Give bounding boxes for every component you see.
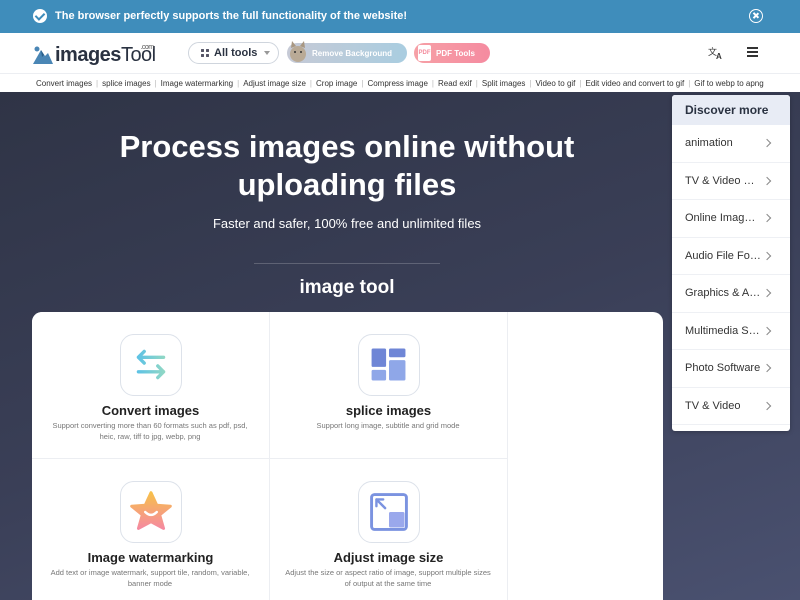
tool-link[interactable]: Adjust image size	[243, 79, 306, 88]
resize-icon	[358, 481, 420, 543]
watermark-star-icon	[120, 481, 182, 543]
logo-text: imagesTool .com	[55, 44, 156, 66]
tool-link[interactable]: Video to gif	[536, 79, 576, 88]
tool-cards: Convert images Support converting more t…	[32, 312, 663, 600]
discover-item-label: Audio File Formats	[685, 249, 761, 262]
link-separator: |	[154, 78, 157, 88]
link-separator: |	[309, 78, 312, 88]
chevron-right-icon	[762, 401, 772, 410]
check-circle-icon	[33, 9, 47, 23]
site-header: imagesTool .com All tools Remove Backgrou…	[0, 33, 800, 73]
remove-background-label: Remove Background	[312, 48, 393, 58]
hamburger-menu-icon[interactable]	[747, 47, 758, 57]
card-description: Adjust the size or aspect ratio of image…	[285, 568, 491, 588]
tool-link[interactable]: Compress image	[367, 79, 427, 88]
tool-link[interactable]: Crop image	[316, 79, 357, 88]
chevron-right-icon	[762, 213, 772, 223]
chevron-right-icon	[762, 326, 772, 335]
divider	[507, 312, 508, 600]
link-separator: |	[475, 78, 478, 88]
card-description: Support converting more than 60 formats …	[52, 421, 248, 441]
pdf-tools-button[interactable]: PDF PDF Tools	[414, 43, 490, 63]
discover-item[interactable]: TV & Video Editing	[672, 163, 790, 200]
tool-link[interactable]: Gif to webp to apng	[694, 79, 763, 88]
discover-item[interactable]: Audio File Formats	[672, 238, 790, 275]
pdf-tools-label: PDF Tools	[436, 48, 475, 58]
card-title: splice images	[345, 403, 432, 418]
link-separator: |	[96, 78, 99, 88]
chevron-right-icon	[762, 251, 772, 260]
chevron-down-icon	[264, 51, 271, 55]
tool-card-adjust-image-size[interactable]: Adjust image size Adjust the size or asp…	[270, 459, 507, 600]
logo-mountain-icon	[33, 46, 53, 64]
hero-subtitle: Faster and safer, 100% free and unlimite…	[212, 216, 482, 231]
card-title: Convert images	[101, 403, 200, 418]
convert-arrows-icon	[120, 334, 182, 396]
discover-item[interactable]: TV & Video	[672, 388, 790, 425]
tool-link[interactable]: Read exif	[438, 79, 472, 88]
chevron-right-icon	[762, 363, 772, 373]
card-title: Image watermarking	[87, 550, 214, 565]
card-description: Add text or image watermark, support til…	[50, 568, 250, 588]
discover-item-label: Multimedia Software	[685, 324, 761, 337]
link-separator: |	[529, 78, 532, 88]
discover-more-panel: Discover more animation TV & Video Editin…	[672, 95, 790, 431]
discover-item-label: Online Image Editors	[685, 212, 761, 225]
divider	[254, 263, 440, 264]
link-separator: |	[361, 78, 364, 88]
tool-link[interactable]: Edit video and convert to gif	[585, 79, 684, 88]
splice-grid-icon	[358, 334, 420, 396]
card-title: Adjust image size	[333, 550, 444, 565]
svg-text:A: A	[716, 52, 722, 60]
grid-icon	[201, 49, 209, 57]
discover-item[interactable]: Multimedia Software	[672, 313, 790, 350]
link-separator: |	[579, 78, 582, 88]
link-separator: |	[431, 78, 434, 88]
tool-link[interactable]: Convert images	[36, 79, 92, 88]
chevron-right-icon	[762, 138, 772, 148]
site-logo[interactable]: imagesTool .com	[32, 41, 156, 65]
discover-item-label: TV & Video Editing	[685, 174, 761, 187]
link-separator: |	[237, 78, 240, 88]
cat-thumbnail-icon	[290, 41, 306, 62]
discover-item-label: Graphics & Animation	[685, 287, 761, 300]
discover-item[interactable]: animation	[672, 125, 790, 163]
tool-link[interactable]: Split images	[482, 79, 526, 88]
translate-icon[interactable]: 文 A	[708, 46, 724, 60]
tool-link[interactable]: splice images	[102, 79, 150, 88]
discover-item[interactable]: Online Image Editors	[672, 200, 790, 238]
tool-card-convert-images[interactable]: Convert images Support converting more t…	[32, 312, 269, 458]
all-tools-label: All tools	[214, 47, 258, 59]
tool-card-image-watermarking[interactable]: Image watermarking Add text or image wat…	[32, 459, 269, 600]
section-title: image tool	[299, 277, 395, 298]
discover-item-label: Photo Software	[685, 362, 761, 375]
all-tools-dropdown[interactable]: All tools	[188, 42, 279, 64]
remove-background-button[interactable]: Remove Background	[287, 41, 407, 63]
tool-link[interactable]: Image watermarking	[161, 79, 233, 88]
hero-title: Process images online without uploading …	[119, 129, 575, 202]
tool-links-bar: Convert images | splice images | Image water…	[0, 73, 800, 92]
notice-bar: The browser perfectly supports the full …	[0, 0, 800, 33]
card-description: Support long image, subtitle and grid mo…	[316, 421, 460, 430]
discover-item[interactable]: Photo Software	[672, 350, 790, 388]
discover-item-label: animation	[685, 137, 733, 150]
link-separator: |	[688, 78, 691, 88]
chevron-right-icon	[762, 288, 772, 298]
discover-item[interactable]: Graphics & Animation	[672, 275, 790, 313]
notice-text: The browser perfectly supports the full …	[55, 10, 408, 22]
discover-item-label: TV & Video	[685, 399, 741, 412]
discover-more-title: Discover more	[672, 95, 790, 125]
pdf-file-icon: PDF	[418, 45, 431, 61]
close-icon[interactable]	[749, 9, 763, 23]
tool-card-splice-images[interactable]: splice images Support long image, subtit…	[270, 312, 507, 458]
chevron-right-icon	[762, 176, 772, 185]
